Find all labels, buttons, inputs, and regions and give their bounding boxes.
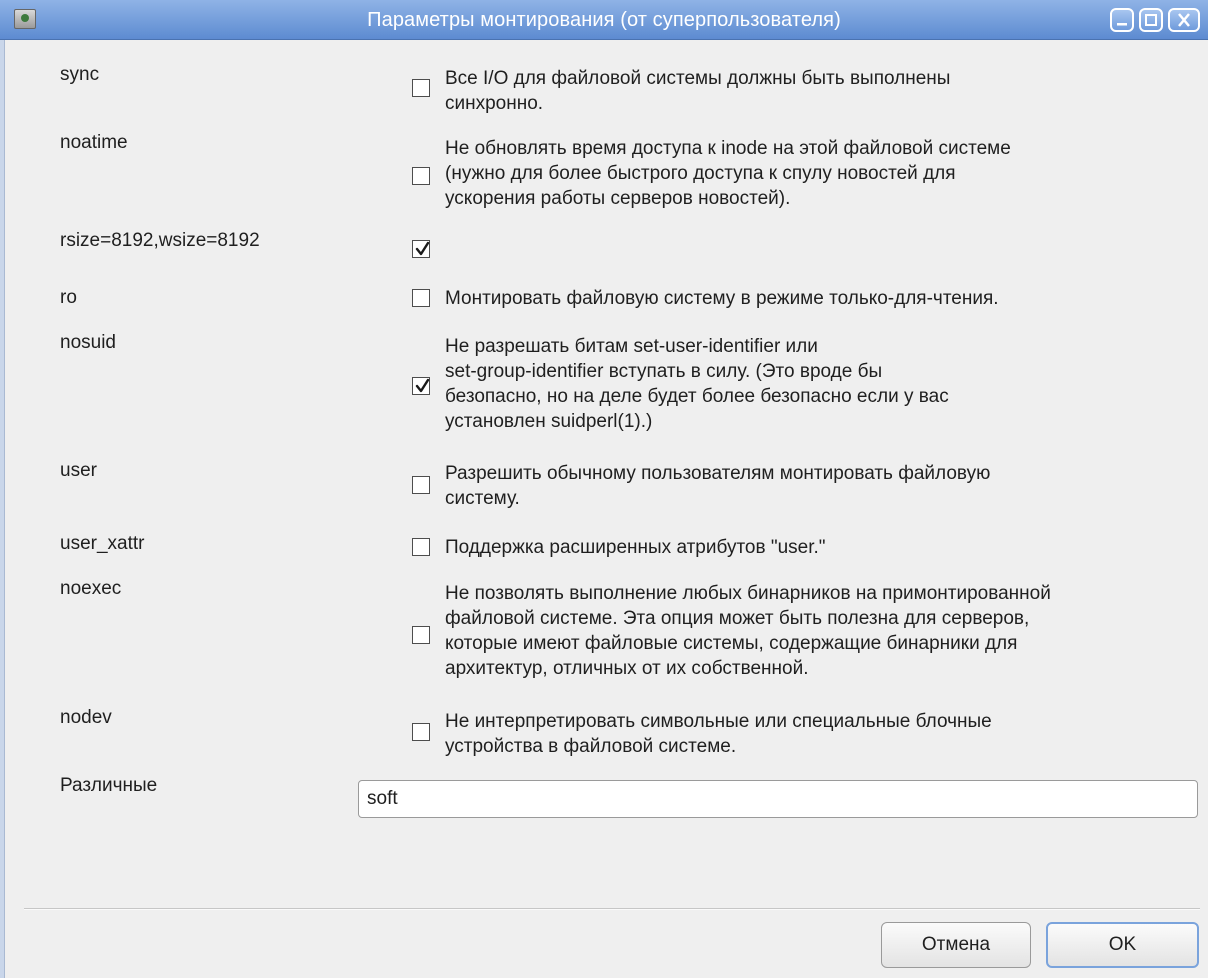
description-line: (нужно для более быстрого доступа к спул… bbox=[445, 163, 956, 184]
close-icon bbox=[1178, 13, 1190, 27]
description-line: устройства в файловой системе. bbox=[445, 736, 737, 757]
option-name-noexec: noexec bbox=[60, 578, 122, 599]
option-name-nodev: nodev bbox=[60, 707, 112, 728]
checkbox-user[interactable] bbox=[412, 476, 430, 494]
option-name-user-xattr: user_xattr bbox=[60, 533, 145, 554]
option-description-noatime: Не обновлять время доступа к inode на эт… bbox=[445, 136, 1011, 211]
window-title: Параметры монтирования (от суперпользова… bbox=[367, 9, 841, 31]
window-border bbox=[0, 40, 5, 978]
ok-button[interactable]: OK bbox=[1046, 922, 1199, 968]
description-line: Монтировать файловую систему в режиме то… bbox=[445, 288, 999, 309]
description-line: архитектур, отличных от их собственной. bbox=[445, 658, 809, 679]
description-line: ускорения работы серверов новостей). bbox=[445, 188, 791, 209]
description-line: которые имеют файловые системы, содержащ… bbox=[445, 633, 1018, 654]
cancel-button[interactable]: Отмена bbox=[881, 922, 1031, 968]
description-line: установлен suidperl(1).) bbox=[445, 411, 653, 432]
title-bar[interactable]: Параметры монтирования (от суперпользова… bbox=[0, 0, 1208, 40]
checkbox-ro[interactable] bbox=[412, 289, 430, 307]
option-name-rsize-8192-wsize-8192: rsize=8192,wsize=8192 bbox=[60, 230, 260, 251]
checkmark-icon bbox=[415, 378, 430, 393]
misc-input[interactable] bbox=[358, 780, 1198, 818]
description-line: Не обновлять время доступа к inode на эт… bbox=[445, 138, 1011, 159]
option-name-user: user bbox=[60, 460, 97, 481]
option-description-ro: Монтировать файловую систему в режиме то… bbox=[445, 286, 999, 311]
description-line: Разрешить обычному пользователям монтиро… bbox=[445, 463, 991, 484]
option-name-ro: ro bbox=[60, 287, 77, 308]
separator bbox=[24, 908, 1200, 910]
description-line: систему. bbox=[445, 488, 520, 509]
maximize-button[interactable] bbox=[1139, 8, 1163, 32]
checkbox-noexec[interactable] bbox=[412, 626, 430, 644]
checkbox-noatime[interactable] bbox=[412, 167, 430, 185]
description-line: Все I/O для файловой системы должны быть… bbox=[445, 68, 951, 89]
checkbox-nosuid[interactable] bbox=[412, 377, 430, 395]
description-line: Не интерпретировать символьные или специ… bbox=[445, 711, 992, 732]
description-line: файловой системе. Эта опция может быть п… bbox=[445, 608, 1030, 629]
option-name-nosuid: nosuid bbox=[60, 332, 116, 353]
minimize-icon bbox=[1117, 23, 1127, 26]
close-button[interactable] bbox=[1168, 8, 1200, 32]
minimize-button[interactable] bbox=[1110, 8, 1134, 32]
description-line: Поддержка расширенных атрибутов "user." bbox=[445, 537, 826, 558]
description-line: безопасно, но на деле будет более безопа… bbox=[445, 386, 949, 407]
description-line: синхронно. bbox=[445, 93, 544, 114]
option-description-user-xattr: Поддержка расширенных атрибутов "user." bbox=[445, 535, 826, 560]
checkbox-rsize-8192-wsize-8192[interactable] bbox=[412, 240, 430, 258]
checkmark-icon bbox=[415, 241, 430, 256]
description-line: Не позволять выполнение любых бинарников… bbox=[445, 583, 1051, 604]
description-line: Не разрешать битам set-user-identifier и… bbox=[445, 336, 818, 357]
maximize-icon bbox=[1145, 14, 1157, 26]
misc-label: Различные bbox=[60, 775, 158, 796]
checkbox-sync[interactable] bbox=[412, 79, 430, 97]
option-description-nodev: Не интерпретировать символьные или специ… bbox=[445, 709, 992, 759]
option-name-sync: sync bbox=[60, 64, 100, 85]
option-name-noatime: noatime bbox=[60, 132, 128, 153]
option-description-sync: Все I/O для файловой системы должны быть… bbox=[445, 66, 950, 116]
option-description-noexec: Не позволять выполнение любых бинарников… bbox=[445, 581, 1051, 681]
checkbox-nodev[interactable] bbox=[412, 723, 430, 741]
option-description-user: Разрешить обычному пользователям монтиро… bbox=[445, 461, 990, 511]
option-description-nosuid: Не разрешать битам set-user-identifier и… bbox=[445, 334, 949, 434]
checkbox-user-xattr[interactable] bbox=[412, 538, 430, 556]
description-line: set-group-identifier вступать в силу. (Э… bbox=[445, 361, 883, 382]
